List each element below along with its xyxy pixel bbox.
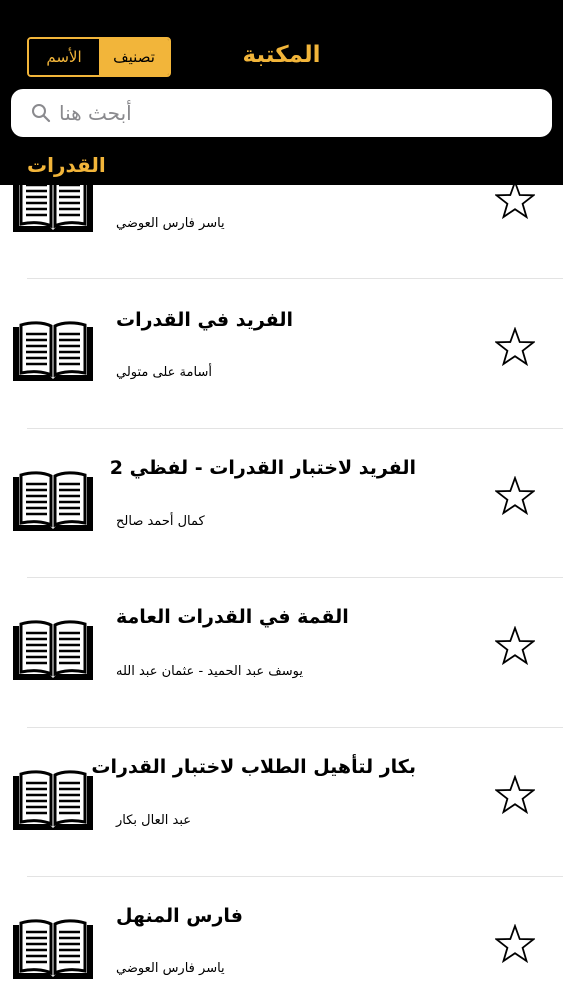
star-icon[interactable] [495, 775, 535, 815]
list-item[interactable]: فارس المنهل ياسر فارس العوضي [0, 877, 563, 1000]
category-title: القدرات [27, 153, 106, 177]
star-icon[interactable] [495, 476, 535, 516]
list-item[interactable]: القمة في القدرات العامة يوسف عبد الحميد … [0, 578, 563, 728]
list-item[interactable]: الفريد في القدرات أسامة على متولي [0, 279, 563, 429]
search-icon [32, 104, 51, 123]
list-item[interactable]: الفريد لاختبار القدرات - لفظي 2 كمال أحم… [0, 429, 563, 578]
book-icon [13, 919, 93, 979]
star-icon[interactable] [495, 180, 535, 220]
segment-by-category[interactable]: تصنيف [99, 39, 169, 75]
book-icon [13, 321, 93, 381]
search-bar[interactable]: أبحث هنا [11, 89, 552, 137]
segment-by-name[interactable]: الأسم [29, 39, 99, 75]
star-icon[interactable] [495, 327, 535, 367]
book-author: كمال أحمد صالح [116, 514, 205, 529]
star-icon[interactable] [495, 924, 535, 964]
search-input[interactable]: أبحث هنا [59, 101, 132, 125]
book-author: يوسف عبد الحميد - عثمان عبد الله [116, 664, 303, 679]
star-icon[interactable] [495, 626, 535, 666]
list-item[interactable]: بكار لتأهيل الطلاب لاختبار القدرات عبد ا… [0, 728, 563, 877]
sort-segmented-control[interactable]: الأسم تصنيف [27, 37, 171, 77]
book-title: فارس المنهل [116, 905, 243, 927]
book-title: الفريد في القدرات [116, 309, 293, 331]
book-icon [13, 770, 93, 830]
book-author: ياسر فارس العوضي [116, 216, 225, 231]
book-author: ياسر فارس العوضي [116, 961, 225, 976]
book-icon [13, 620, 93, 680]
book-author: أسامة على متولي [116, 365, 212, 380]
book-icon [13, 471, 93, 531]
app-header: المكتبة الأسم تصنيف أبحث هنا القدرات [0, 0, 563, 185]
book-title: القمة في القدرات العامة [116, 606, 349, 628]
book-title: الفريد لاختبار القدرات - لفظي 2 [109, 457, 416, 479]
book-author: عبد العال بكار [116, 813, 192, 828]
book-title: بكار لتأهيل الطلاب لاختبار القدرات [91, 756, 416, 778]
